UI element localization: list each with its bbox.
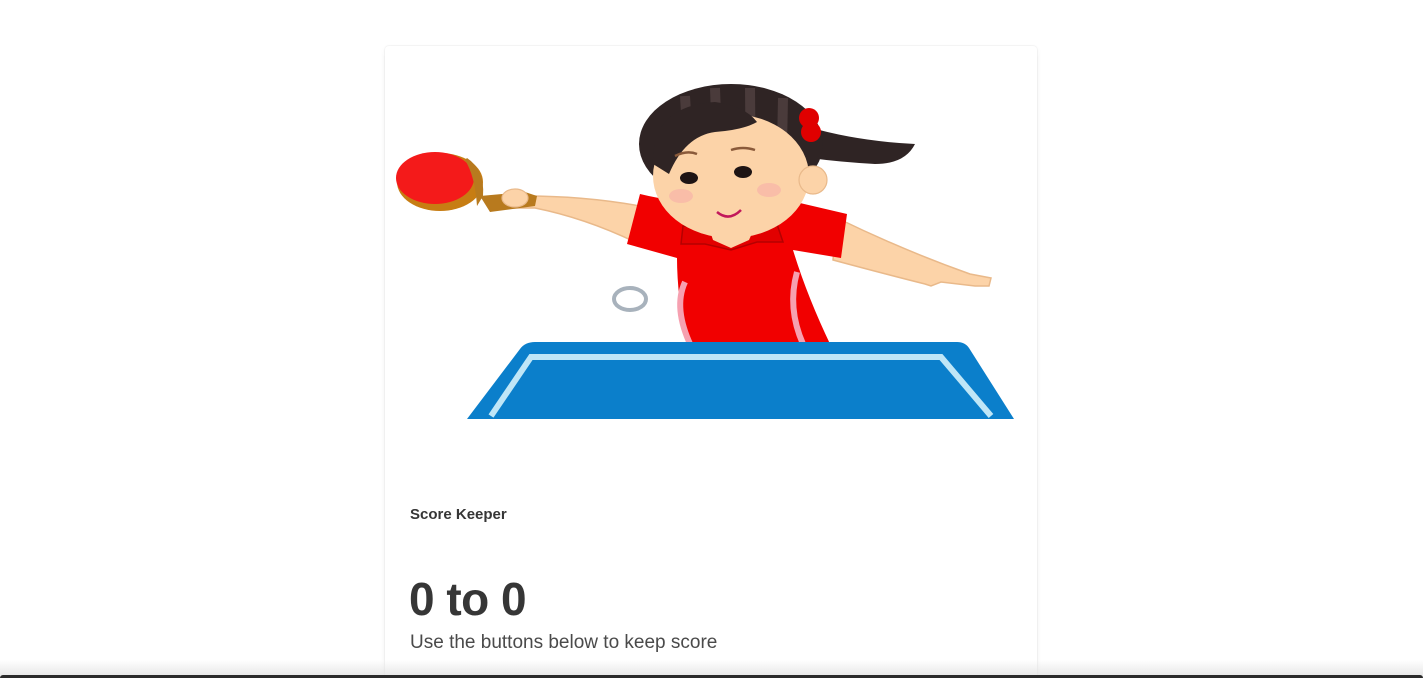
score-display: 0 to 0 — [409, 573, 527, 625]
card-title: Score Keeper — [410, 506, 507, 523]
page: Score Keeper 0 to 0 Use the buttons belo… — [0, 0, 1423, 678]
instructions-text: Use the buttons below to keep score — [410, 632, 718, 653]
table-tennis-player-illustration — [396, 84, 1014, 419]
score-keeper-card: Score Keeper 0 to 0 Use the buttons belo… — [385, 46, 1037, 678]
card-image — [385, 46, 1037, 476]
